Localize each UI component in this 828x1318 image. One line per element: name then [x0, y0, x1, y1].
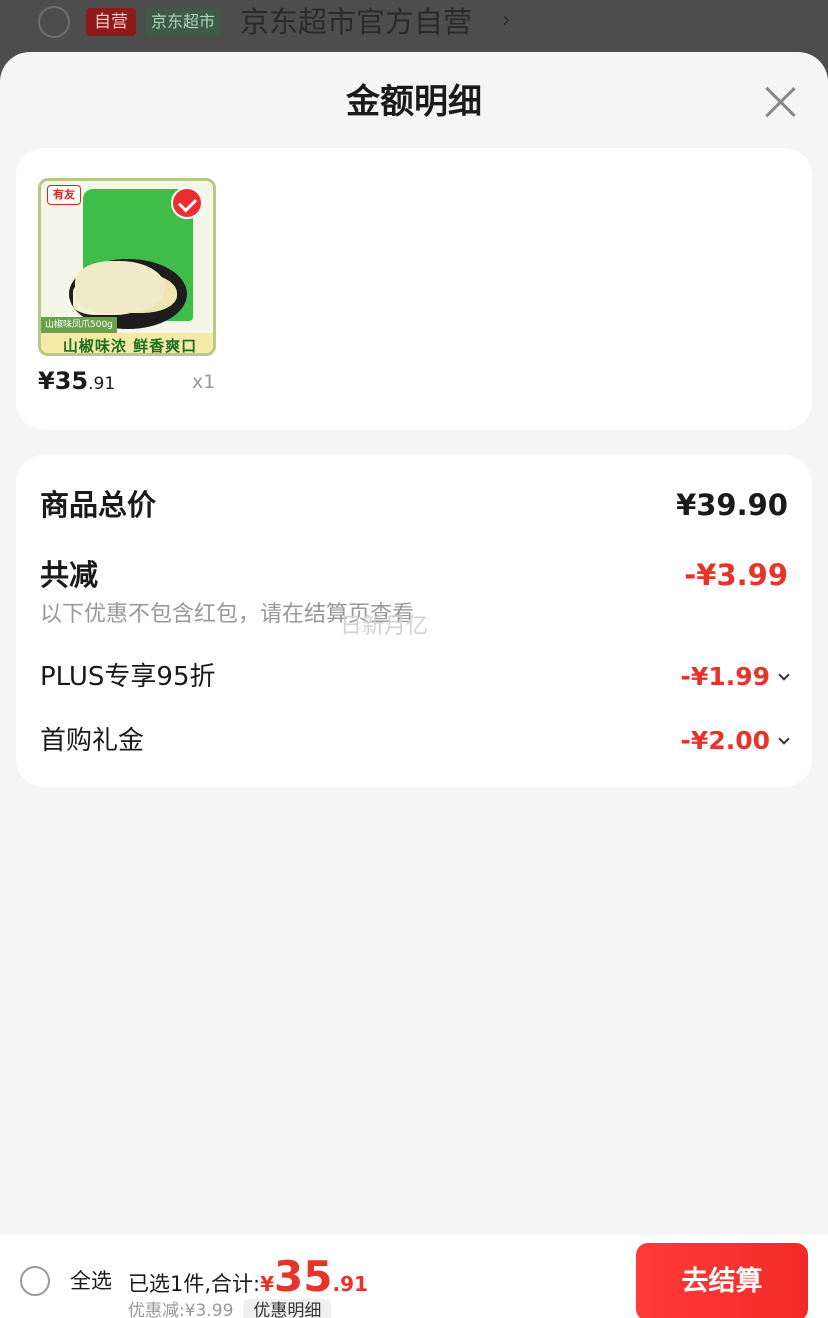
- checkout-bar: 全选 已选1件,合计:¥35.91 优惠减:¥3.99 优惠明细 去结算: [0, 1235, 828, 1318]
- total-amount-decimal: .91: [332, 1272, 368, 1296]
- sheet-title: 金额明细: [346, 82, 482, 122]
- total-price-label: 商品总价: [40, 488, 157, 522]
- amount-detail-sheet: 金额明细 有友 山椒味凤爪500g 山椒味浓 鲜香爽口 ¥35.91 x1 商品…: [0, 52, 828, 1318]
- discount-amount-text: 优惠减:¥3.99: [128, 1301, 234, 1318]
- total-currency: ¥: [260, 1272, 275, 1296]
- watermark-text: 日新月亿: [340, 614, 429, 639]
- store-select-radio[interactable]: [38, 6, 70, 38]
- brand-logo: 有友: [47, 185, 81, 205]
- total-reduction-label: 共减: [40, 558, 99, 592]
- total-amount-integer: 35: [274, 1252, 333, 1301]
- close-icon[interactable]: [760, 80, 800, 120]
- select-all-label[interactable]: 全选: [70, 1265, 112, 1297]
- total-reduction-value: -¥3.99: [684, 558, 788, 592]
- chevron-down-icon: [778, 669, 790, 681]
- plus-discount-label: PLUS专享95折: [40, 662, 216, 692]
- discount-detail-button[interactable]: 优惠明细: [243, 1299, 332, 1318]
- price-integer: ¥35: [38, 367, 89, 395]
- first-purchase-gift-value: -¥2.00: [680, 726, 770, 755]
- discount-summary: 优惠减:¥3.99 优惠明细: [128, 1299, 332, 1318]
- jd-supermarket-tag: 京东超市: [145, 8, 222, 36]
- store-name[interactable]: 京东超市官方自营: [240, 2, 472, 42]
- selected-count-text: 已选1件,合计:: [128, 1272, 261, 1296]
- image-caption: 山椒味凤爪500g: [41, 317, 117, 333]
- first-purchase-gift-label: 首购礼金: [40, 726, 145, 756]
- chicken-feet-graphic: [75, 261, 165, 313]
- plus-discount-value: -¥1.99: [680, 662, 770, 691]
- plus-discount-row[interactable]: -¥1.99: [680, 657, 790, 697]
- checkout-button[interactable]: 去结算: [636, 1243, 808, 1318]
- chevron-down-icon: [778, 733, 790, 745]
- amount-breakdown-card: 商品总价 ¥39.90 共减 -¥3.99 以下优惠不包含红包，请在结算页查看 …: [16, 455, 812, 787]
- checkmark-icon[interactable]: [171, 187, 203, 219]
- price-decimal: .91: [88, 374, 116, 394]
- self-operated-tag: 自营: [86, 8, 136, 36]
- product-price: ¥35.91: [38, 366, 115, 399]
- product-quantity: x1: [192, 371, 216, 393]
- product-card: 有友 山椒味凤爪500g 山椒味浓 鲜香爽口 ¥35.91 x1: [16, 148, 812, 430]
- total-price-value: ¥39.90: [676, 488, 788, 522]
- image-slogan: 山椒味浓 鲜香爽口: [41, 333, 213, 353]
- first-purchase-gift-row[interactable]: -¥2.00: [680, 721, 790, 761]
- chevron-right-icon: ›: [502, 8, 511, 33]
- select-all-radio[interactable]: [20, 1266, 50, 1296]
